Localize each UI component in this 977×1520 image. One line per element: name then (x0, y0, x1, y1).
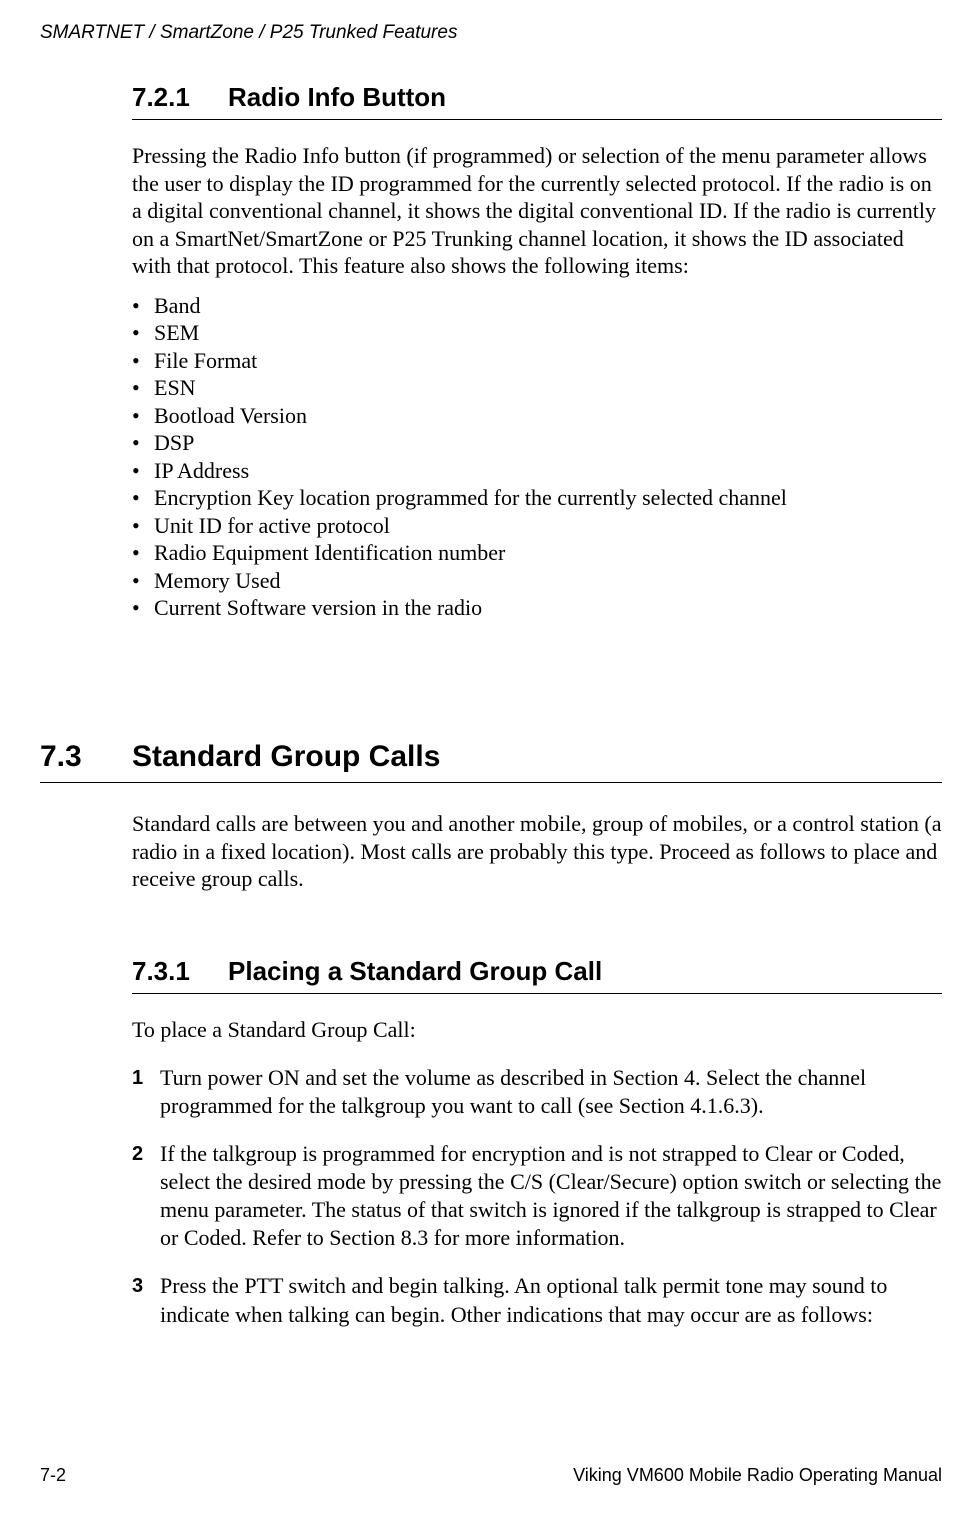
list-item: •IP Address (132, 457, 942, 485)
list-item: •Radio Equipment Identification number (132, 539, 942, 567)
bullet-icon: • (132, 539, 154, 567)
bullet-icon: • (132, 457, 154, 485)
subsection-title: Placing a Standard Group Call (228, 956, 602, 987)
subsection-lead: To place a Standard Group Call: (132, 1016, 942, 1044)
list-item: •DSP (132, 429, 942, 457)
bullet-icon: • (132, 567, 154, 595)
list-item: •SEM (132, 319, 942, 347)
page-footer: 7-2 Viking VM600 Mobile Radio Operating … (40, 1465, 942, 1486)
step-number: 1 (132, 1064, 160, 1120)
section-7-2-1: 7.2.1 Radio Info Button Pressing the Rad… (132, 82, 942, 622)
step-number: 2 (132, 1140, 160, 1253)
bullet-icon: • (132, 512, 154, 540)
page: SMARTNET / SmartZone / P25 Trunked Featu… (0, 0, 977, 1520)
list-item: •Bootload Version (132, 402, 942, 430)
step-text: Press the PTT switch and begin talking. … (160, 1272, 942, 1328)
list-item-text: Unit ID for active protocol (154, 512, 390, 540)
step-item: 3 Press the PTT switch and begin talking… (132, 1272, 942, 1328)
section-number: 7.3 (40, 740, 132, 774)
doc-title: Viking VM600 Mobile Radio Operating Manu… (573, 1465, 942, 1486)
list-item-text: File Format (154, 347, 257, 375)
bullet-icon: • (132, 594, 154, 622)
list-item-text: ESN (154, 374, 196, 402)
list-item: •Encryption Key location programmed for … (132, 484, 942, 512)
running-header: SMARTNET / SmartZone / P25 Trunked Featu… (40, 22, 457, 44)
list-item: •ESN (132, 374, 942, 402)
list-item-text: SEM (154, 319, 199, 347)
step-item: 2 If the talkgroup is programmed for enc… (132, 1140, 942, 1253)
bullet-icon: • (132, 484, 154, 512)
step-text: Turn power ON and set the volume as desc… (160, 1064, 942, 1120)
list-item: •Band (132, 292, 942, 320)
list-item-text: Memory Used (154, 567, 280, 595)
subsection-heading: 7.2.1 Radio Info Button (132, 82, 942, 120)
bullet-list: •Band •SEM •File Format •ESN •Bootload V… (132, 292, 942, 622)
section-title: Standard Group Calls (132, 740, 440, 774)
section-intro: Standard calls are between you and anoth… (132, 810, 942, 893)
list-item: •File Format (132, 347, 942, 375)
subsection-heading: 7.3.1 Placing a Standard Group Call (132, 956, 942, 994)
list-item-text: Encryption Key location programmed for t… (154, 484, 787, 512)
section-intro: Pressing the Radio Info button (if progr… (132, 142, 942, 280)
section-7-3-heading: 7.3 Standard Group Calls (40, 740, 942, 783)
subsection-title: Radio Info Button (228, 82, 446, 113)
step-item: 1 Turn power ON and set the volume as de… (132, 1064, 942, 1120)
bullet-icon: • (132, 429, 154, 457)
list-item: •Memory Used (132, 567, 942, 595)
bullet-icon: • (132, 319, 154, 347)
list-item-text: Current Software version in the radio (154, 594, 482, 622)
step-number: 3 (132, 1272, 160, 1328)
list-item-text: Band (154, 292, 200, 320)
list-item: •Current Software version in the radio (132, 594, 942, 622)
list-item-text: Radio Equipment Identification number (154, 539, 505, 567)
page-number: 7-2 (40, 1465, 66, 1486)
section-7-3-body: Standard calls are between you and anoth… (132, 810, 942, 905)
bullet-icon: • (132, 402, 154, 430)
step-text: If the talkgroup is programmed for encry… (160, 1140, 942, 1253)
subsection-number: 7.3.1 (132, 956, 228, 987)
bullet-icon: • (132, 347, 154, 375)
list-item-text: DSP (154, 429, 194, 457)
list-item: •Unit ID for active protocol (132, 512, 942, 540)
subsection-number: 7.2.1 (132, 82, 228, 113)
bullet-icon: • (132, 292, 154, 320)
section-heading: 7.3 Standard Group Calls (40, 740, 942, 783)
list-item-text: Bootload Version (154, 402, 307, 430)
section-7-3-1: 7.3.1 Placing a Standard Group Call To p… (132, 956, 942, 1349)
bullet-icon: • (132, 374, 154, 402)
list-item-text: IP Address (154, 457, 249, 485)
